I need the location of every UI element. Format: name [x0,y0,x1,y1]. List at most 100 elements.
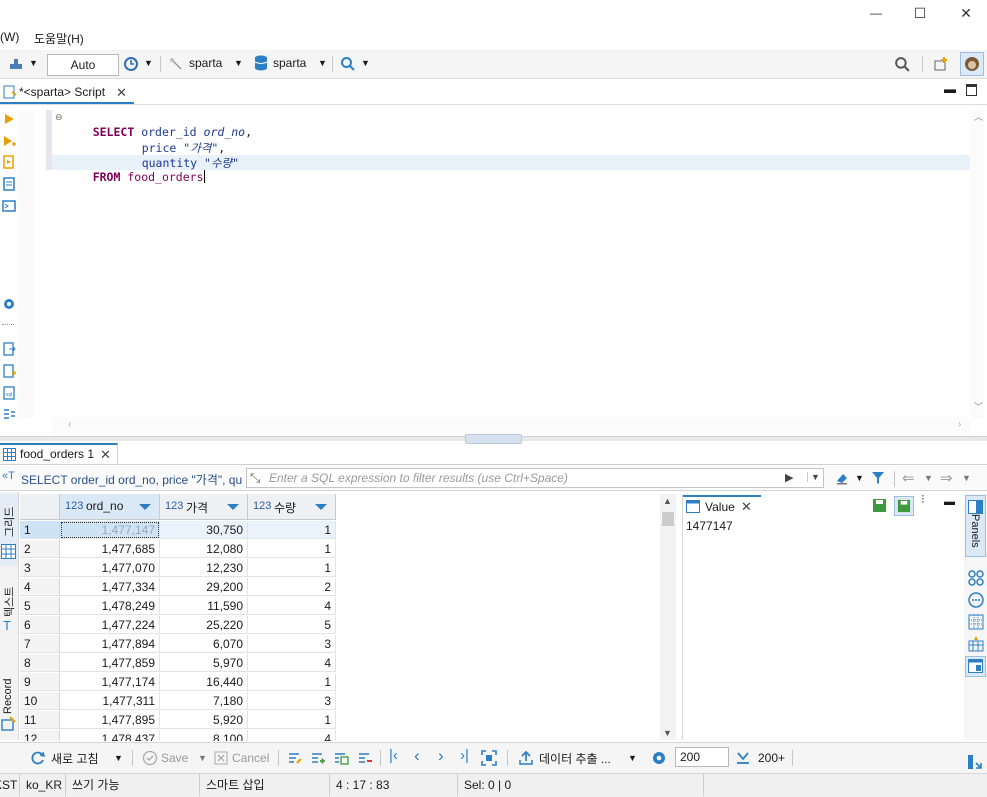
cancel-button[interactable]: Cancel [232,751,269,765]
export-icon[interactable] [2,342,16,356]
row-number[interactable]: 10 [20,692,60,710]
history-forward-icon[interactable]: ⇒ [940,469,953,487]
cell-price[interactable]: 5,920 [160,711,248,729]
cell-ord-no[interactable]: 1,477,224 [60,616,160,634]
column-header-quantity[interactable]: 123 수량 [248,494,336,520]
connect-icon[interactable] [8,56,24,72]
add-row-icon[interactable] [310,750,326,766]
cell-quantity[interactable]: 3 [248,692,336,710]
chevron-down-icon[interactable]: ▼ [962,473,971,483]
minimize-panel-icon[interactable]: ▬ [944,496,955,508]
table-row[interactable]: 8 1,477,859 5,970 4 [0,654,660,673]
last-page-icon[interactable]: ›| [460,747,469,764]
cell-ord-no[interactable]: 1,477,334 [60,578,160,596]
cell-price[interactable]: 6,070 [160,635,248,653]
splitter-handle[interactable] [465,434,522,444]
row-number[interactable]: 11 [20,711,60,729]
chevron-down-icon[interactable]: ▼ [318,58,327,68]
minimize-editor-icon[interactable]: ▬ [944,82,956,96]
cell-ord-no[interactable]: 1,477,174 [60,673,160,691]
scroll-right-icon[interactable]: › [958,419,961,430]
chevron-down-icon[interactable]: ▼ [29,58,38,68]
settings-gear-icon[interactable] [2,297,16,311]
cell-quantity[interactable]: 2 [248,578,336,596]
table-row[interactable]: 12 1,478,437 8,100 4 [0,730,660,741]
execute-script-icon[interactable] [2,155,16,169]
table-row[interactable]: 6 1,477,224 25,220 5 [0,616,660,635]
save-value-icon[interactable] [872,498,887,513]
close-icon[interactable]: ✕ [741,499,752,515]
save-button[interactable]: Save [161,751,188,765]
scrollbar-thumb[interactable] [662,512,674,526]
scroll-up-icon[interactable]: ▲ [663,496,672,506]
column-header-ord-no[interactable]: 123 ord_no [60,494,160,520]
row-number[interactable]: 9 [20,673,60,691]
cell-quantity[interactable]: 4 [248,654,336,672]
history-back-icon[interactable]: ⇐ [902,469,915,487]
cell-quantity[interactable]: 1 [248,559,336,577]
window-close-button[interactable]: ✕ [952,2,980,24]
results-tab[interactable]: food_orders 1 ✕ [0,443,118,465]
grid-vertical-scrollbar[interactable]: ▲ ▼ [660,494,676,740]
apply-filter-icon[interactable]: ▶ [785,471,793,484]
cell-quantity[interactable]: 1 [248,540,336,558]
cell-ord-no[interactable]: 1,477,311 [60,692,160,710]
export-data-icon[interactable] [518,750,534,766]
history-icon[interactable] [123,56,139,72]
cell-quantity[interactable]: 4 [248,730,336,741]
menu-item-help[interactable]: 도움말(H) [34,30,84,47]
metadata-icon[interactable] [968,636,984,652]
table-row[interactable]: 10 1,477,311 7,180 3 [0,692,660,711]
first-page-icon[interactable]: |‹ [389,747,398,764]
refresh-button[interactable]: 새로 고침 [51,750,99,767]
perspective-icon[interactable] [933,56,949,72]
row-number[interactable]: 2 [20,540,60,558]
chevron-down-icon[interactable]: ▼ [234,58,243,68]
chevron-down-icon[interactable]: ▼ [114,753,123,763]
fetch-next-icon[interactable] [735,750,751,766]
reference-icon[interactable] [968,614,984,630]
cell-price[interactable]: 29,200 [160,578,248,596]
search-icon[interactable] [340,56,356,72]
sql-editor[interactable]: ⊖ SELECT order_id ord_no, price "가격", qu… [52,110,970,418]
table-row[interactable]: 2 1,477,685 12,080 1 [0,540,660,559]
execute-new-tab-icon[interactable] [2,134,16,148]
chevron-down-icon[interactable]: ▼ [628,753,637,763]
editor-tab[interactable]: *<sparta> Script ✕ [0,82,134,104]
close-icon[interactable]: ✕ [100,447,111,463]
chevron-down-icon[interactable]: ▼ [855,473,864,483]
sql-file-icon[interactable]: sql [2,386,16,400]
table-row[interactable]: 4 1,477,334 29,200 2 [0,578,660,597]
table-row[interactable]: 9 1,477,174 16,440 1 [0,673,660,692]
fetch-more-button[interactable]: 200+ [758,751,785,765]
execute-statement-icon[interactable] [2,112,16,126]
connection-selector[interactable]: sparta [189,56,222,70]
row-number[interactable]: 12 [20,730,60,741]
cell-price[interactable]: 11,590 [160,597,248,615]
delete-row-icon[interactable] [357,750,373,766]
table-row[interactable]: 3 1,477,070 12,230 1 [0,559,660,578]
maximize-editor-icon[interactable] [966,84,977,96]
export-data-button[interactable]: 데이터 추출 ... [539,750,611,767]
filter-input[interactable]: ⤡ Enter a SQL expression to filter resul… [246,468,824,488]
menu-item-window[interactable]: (W) [0,30,19,44]
terminal-icon[interactable] [2,199,16,213]
table-row[interactable]: 7 1,477,894 6,070 3 [0,635,660,654]
cell-ord-no[interactable]: 1,478,249 [60,597,160,615]
window-minimize-button[interactable]: — [862,2,890,24]
table-row[interactable]: 1 1,477,147 30,750 1 [0,521,660,540]
cell-price[interactable]: 12,080 [160,540,248,558]
previous-page-icon[interactable]: ‹ [414,746,420,766]
wand-icon[interactable] [168,56,184,72]
filter-history-icon[interactable]: ▼ [807,472,820,482]
save-check-icon[interactable] [142,750,158,766]
fold-marker-icon[interactable]: ⊖ [55,112,63,123]
cell-ord-no[interactable]: 1,477,070 [60,559,160,577]
row-number[interactable]: 7 [20,635,60,653]
chevron-down-icon[interactable]: ▼ [361,58,370,68]
cell-quantity[interactable]: 4 [248,597,336,615]
row-number[interactable]: 6 [20,616,60,634]
global-search-icon[interactable] [894,56,911,73]
chevron-down-icon[interactable]: ▼ [924,473,933,483]
sort-filter-icon[interactable] [227,504,239,510]
